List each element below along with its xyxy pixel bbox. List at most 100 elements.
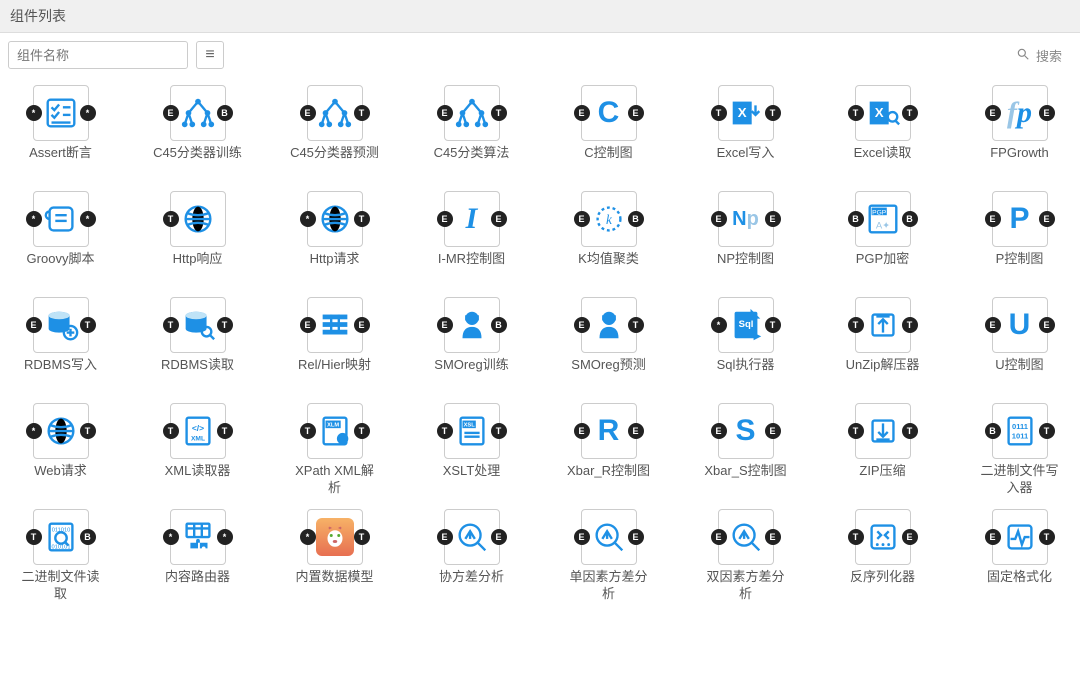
component-item[interactable]: EBSMOreg训练 xyxy=(423,297,520,391)
component-item[interactable]: EE协方差分析 xyxy=(423,509,520,603)
port-badge-right[interactable]: * xyxy=(217,529,233,545)
component-item[interactable]: ET固定格式化 xyxy=(971,509,1068,603)
component-item[interactable]: TE反序列化器 xyxy=(834,509,931,603)
port-badge-right[interactable]: * xyxy=(80,211,96,227)
port-badge-left[interactable]: * xyxy=(711,317,727,333)
port-badge-right[interactable]: T xyxy=(902,317,918,333)
port-badge-left[interactable]: E xyxy=(985,211,1001,227)
port-badge-right[interactable]: T xyxy=(765,317,781,333)
port-badge-left[interactable]: T xyxy=(848,105,864,121)
component-item[interactable]: ETC45分类算法 xyxy=(423,85,520,179)
port-badge-left[interactable]: E xyxy=(574,317,590,333)
port-badge-left[interactable]: E xyxy=(711,423,727,439)
component-item[interactable]: IEEI-MR控制图 xyxy=(423,191,520,285)
port-badge-right[interactable]: T xyxy=(628,317,644,333)
port-badge-left[interactable]: * xyxy=(300,211,316,227)
component-name-input[interactable] xyxy=(8,41,188,69)
port-badge-left[interactable]: T xyxy=(300,423,316,439)
component-item[interactable]: CEEC控制图 xyxy=(560,85,657,179)
port-badge-left[interactable]: E xyxy=(985,529,1001,545)
port-badge-right[interactable]: E xyxy=(628,529,644,545)
component-item[interactable]: *THttp请求 xyxy=(286,191,383,285)
port-badge-right[interactable]: E xyxy=(628,423,644,439)
component-item[interactable]: **Assert断言 xyxy=(12,85,109,179)
component-item[interactable]: XSLTTXSLT处理 xyxy=(423,403,520,497)
port-badge-left[interactable]: E xyxy=(437,529,453,545)
port-badge-right[interactable]: T xyxy=(217,317,233,333)
port-badge-right[interactable]: E xyxy=(491,211,507,227)
port-badge-left[interactable]: * xyxy=(163,529,179,545)
port-badge-left[interactable]: E xyxy=(574,211,590,227)
component-item[interactable]: THttp响应 xyxy=(149,191,246,285)
port-badge-right[interactable]: T xyxy=(491,105,507,121)
component-item[interactable]: *TWeb请求 xyxy=(12,403,109,497)
port-badge-right[interactable]: T xyxy=(354,105,370,121)
port-badge-right[interactable]: T xyxy=(80,317,96,333)
port-badge-right[interactable]: E xyxy=(902,529,918,545)
port-badge-right[interactable]: B xyxy=(628,211,644,227)
component-item[interactable]: ETC45分类器预测 xyxy=(286,85,383,179)
port-badge-right[interactable]: T xyxy=(354,423,370,439)
port-badge-left[interactable]: B xyxy=(848,211,864,227)
component-item[interactable]: *T内置数据模型 xyxy=(286,509,383,603)
port-badge-left[interactable]: E xyxy=(985,317,1001,333)
port-badge-right[interactable]: E xyxy=(765,529,781,545)
port-badge-left[interactable]: E xyxy=(437,105,453,121)
component-item[interactable]: **Groovy脚本 xyxy=(12,191,109,285)
port-badge-left[interactable]: E xyxy=(574,529,590,545)
port-badge-right[interactable]: T xyxy=(902,105,918,121)
port-badge-left[interactable]: E xyxy=(163,105,179,121)
port-badge-left[interactable]: T xyxy=(437,423,453,439)
port-badge-right[interactable]: T xyxy=(80,423,96,439)
port-badge-left[interactable]: E xyxy=(985,105,1001,121)
component-item[interactable]: fpEEFPGrowth xyxy=(971,85,1068,179)
component-item[interactable]: ETRDBMS写入 xyxy=(12,297,109,391)
port-badge-left[interactable]: E xyxy=(711,211,727,227)
component-item[interactable]: TTZIP压缩 xyxy=(834,403,931,497)
port-badge-left[interactable]: T xyxy=(848,529,864,545)
port-badge-right[interactable]: * xyxy=(80,105,96,121)
component-item[interactable]: 01111011BT二进制文件写入器 xyxy=(971,403,1068,497)
port-badge-left[interactable]: E xyxy=(437,211,453,227)
port-badge-left[interactable]: T xyxy=(26,529,42,545)
port-badge-left[interactable]: T xyxy=(848,423,864,439)
component-item[interactable]: EERel/Hier映射 xyxy=(286,297,383,391)
port-badge-left[interactable]: E xyxy=(26,317,42,333)
port-badge-left[interactable]: B xyxy=(985,423,1001,439)
port-badge-left[interactable]: T xyxy=(848,317,864,333)
port-badge-right[interactable]: E xyxy=(491,529,507,545)
component-item[interactable]: UEEU控制图 xyxy=(971,297,1068,391)
component-item[interactable]: SEEXbar_S控制图 xyxy=(697,403,794,497)
port-badge-left[interactable]: E xyxy=(574,423,590,439)
port-badge-right[interactable]: E xyxy=(628,105,644,121)
component-item[interactable]: XLMTTXPath XML解析 xyxy=(286,403,383,497)
port-badge-left[interactable]: T xyxy=(163,423,179,439)
port-badge-right[interactable]: B xyxy=(491,317,507,333)
component-item[interactable]: PGPA✦BBPGP加密 xyxy=(834,191,931,285)
port-badge-left[interactable]: E xyxy=(300,105,316,121)
port-badge-right[interactable]: T xyxy=(217,423,233,439)
port-badge-left[interactable]: E xyxy=(574,105,590,121)
port-badge-left[interactable]: E xyxy=(437,317,453,333)
port-badge-left[interactable]: E xyxy=(300,317,316,333)
port-badge-right[interactable]: E xyxy=(1039,105,1055,121)
menu-button[interactable]: ≡ xyxy=(196,41,224,69)
port-badge-left[interactable]: * xyxy=(26,105,42,121)
port-badge-left[interactable]: T xyxy=(711,105,727,121)
port-badge-right[interactable]: B xyxy=(217,105,233,121)
port-badge-right[interactable]: T xyxy=(354,529,370,545)
port-badge-right[interactable]: E xyxy=(1039,317,1055,333)
port-badge-right[interactable]: T xyxy=(491,423,507,439)
port-badge-right[interactable]: B xyxy=(80,529,96,545)
component-item[interactable]: PEEP控制图 xyxy=(971,191,1068,285)
port-badge-right[interactable]: T xyxy=(902,423,918,439)
port-badge-right[interactable]: B xyxy=(902,211,918,227)
component-item[interactable]: TTRDBMS读取 xyxy=(149,297,246,391)
component-item[interactable]: kEBK均值聚类 xyxy=(560,191,657,285)
port-badge-left[interactable]: T xyxy=(163,317,179,333)
port-badge-right[interactable]: E xyxy=(354,317,370,333)
port-badge-right[interactable]: T xyxy=(1039,423,1055,439)
port-badge-right[interactable]: T xyxy=(1039,529,1055,545)
component-item[interactable]: TTUnZip解压器 xyxy=(834,297,931,391)
port-badge-left[interactable]: * xyxy=(26,211,42,227)
